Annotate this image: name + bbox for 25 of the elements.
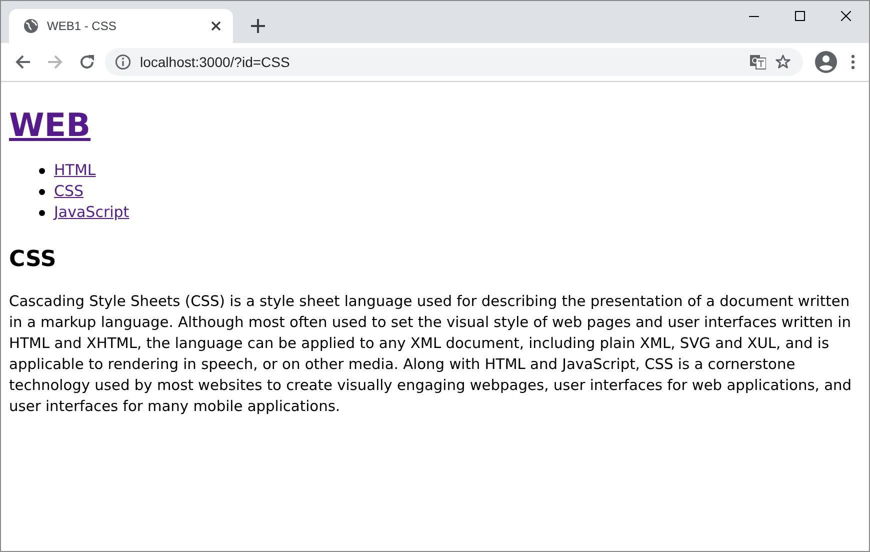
bullet-icon [39, 210, 45, 216]
close-icon[interactable] [211, 21, 221, 31]
account-icon[interactable] [815, 51, 837, 73]
maximize-icon[interactable] [795, 11, 805, 21]
nav-link[interactable]: JavaScript [54, 202, 130, 223]
info-icon[interactable] [115, 54, 131, 70]
nav-link[interactable]: CSS [54, 181, 84, 202]
globe-icon [23, 18, 39, 34]
translate-icon[interactable] [750, 54, 766, 70]
bullet-icon [39, 188, 45, 194]
address-bar[interactable]: localhost:3000/?id=CSS [105, 48, 803, 76]
url-text: localhost:3000/?id=CSS [140, 54, 290, 70]
star-icon[interactable] [775, 54, 791, 70]
section-heading: CSS [9, 247, 58, 273]
back-arrow-icon[interactable] [15, 54, 31, 70]
plus-icon[interactable] [251, 19, 265, 33]
reload-icon[interactable] [79, 54, 95, 70]
tab-title: WEB1 - CSS [47, 19, 118, 33]
body-paragraph: Cascading Style Sheets (CSS) is a style sheet language used for describing the presentation of a document written in a markup language. Although most often used to set the visual style of web pages and user interfaces written in HTML and XHTML, the language can be applied to any XML document, including plain XML, SVG and XUL, and is applicable to rendering in speech, or on other media. Along with HTML and JavaScript, CSS is a cornerstone technology used by most websites to create visually engaging webpages, user interfaces for web applications, and user interfaces for many mobile applications. [9, 292, 853, 417]
menu-icon[interactable] [851, 54, 855, 70]
bullet-icon [39, 168, 45, 174]
nav-link[interactable]: HTML [54, 160, 96, 181]
close-icon[interactable] [841, 11, 851, 21]
heading-link[interactable]: WEB [9, 106, 91, 144]
browser-tab[interactable]: WEB1 - CSS [9, 9, 233, 43]
